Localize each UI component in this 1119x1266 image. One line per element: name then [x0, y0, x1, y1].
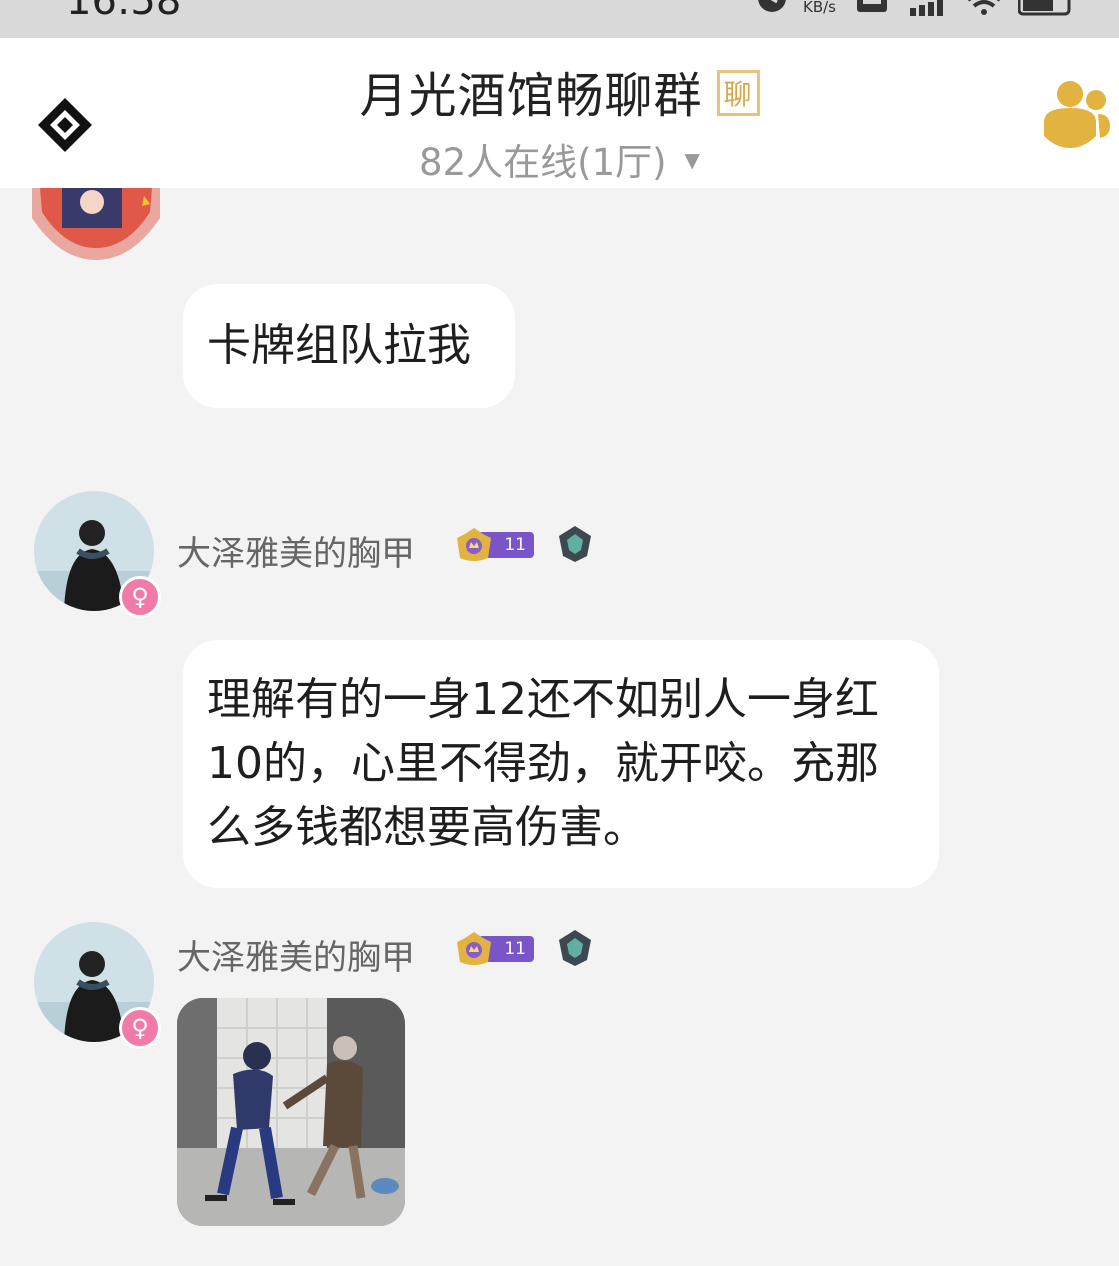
status-bar: 16:58 KB/s	[0, 0, 1119, 38]
message-text: 理解有的一身12还不如别人一身红10的，心里不得劲，就开咬。充那么多钱都想要高伤…	[207, 674, 879, 853]
wifi-icon	[968, 0, 1000, 15]
battery-icon	[1018, 0, 1071, 16]
net-speed-unit: KB/s	[803, 0, 836, 16]
group-name: 月光酒馆畅聊群	[359, 68, 703, 124]
level-number: 11	[504, 939, 526, 959]
chat-header: 月光酒馆畅聊群聊 82人在线(1厅) ▼	[0, 38, 1119, 188]
image-message[interactable]	[177, 998, 405, 1226]
dropdown-caret-icon: ▼	[684, 148, 700, 172]
level-number: 11	[504, 535, 526, 555]
sender-name[interactable]: 大泽雅美的胸甲	[177, 526, 415, 575]
crown-icon	[457, 932, 491, 965]
female-gender-icon: ♀	[119, 576, 161, 618]
message-bubble[interactable]: 卡牌组队拉我	[183, 284, 515, 408]
signal-icon	[910, 0, 943, 16]
rank-emblem-icon	[559, 930, 591, 966]
online-count-dropdown[interactable]: 82人在线(1厅) ▼	[0, 132, 1119, 186]
sender-name[interactable]: 大泽雅美的胸甲	[177, 930, 415, 979]
online-count-text: 82人在线(1厅)	[419, 141, 667, 184]
avatar-partial[interactable]	[32, 188, 160, 260]
group-members-icon[interactable]	[1040, 78, 1112, 148]
message-text: 卡牌组队拉我	[207, 320, 471, 371]
hd-icon	[857, 0, 887, 12]
crown-icon	[457, 528, 491, 561]
rank-emblem-icon	[559, 526, 591, 562]
alarm-icon	[758, 0, 786, 12]
gif-thumbnail-image	[177, 998, 405, 1226]
female-gender-icon: ♀	[119, 1007, 161, 1049]
message-bubble[interactable]: 理解有的一身12还不如别人一身红10的，心里不得劲，就开咬。充那么多钱都想要高伤…	[183, 640, 939, 888]
group-title[interactable]: 月光酒馆畅聊群聊	[0, 56, 1119, 126]
status-time: 16:58	[66, 0, 182, 24]
chat-tag-badge: 聊	[716, 70, 760, 116]
